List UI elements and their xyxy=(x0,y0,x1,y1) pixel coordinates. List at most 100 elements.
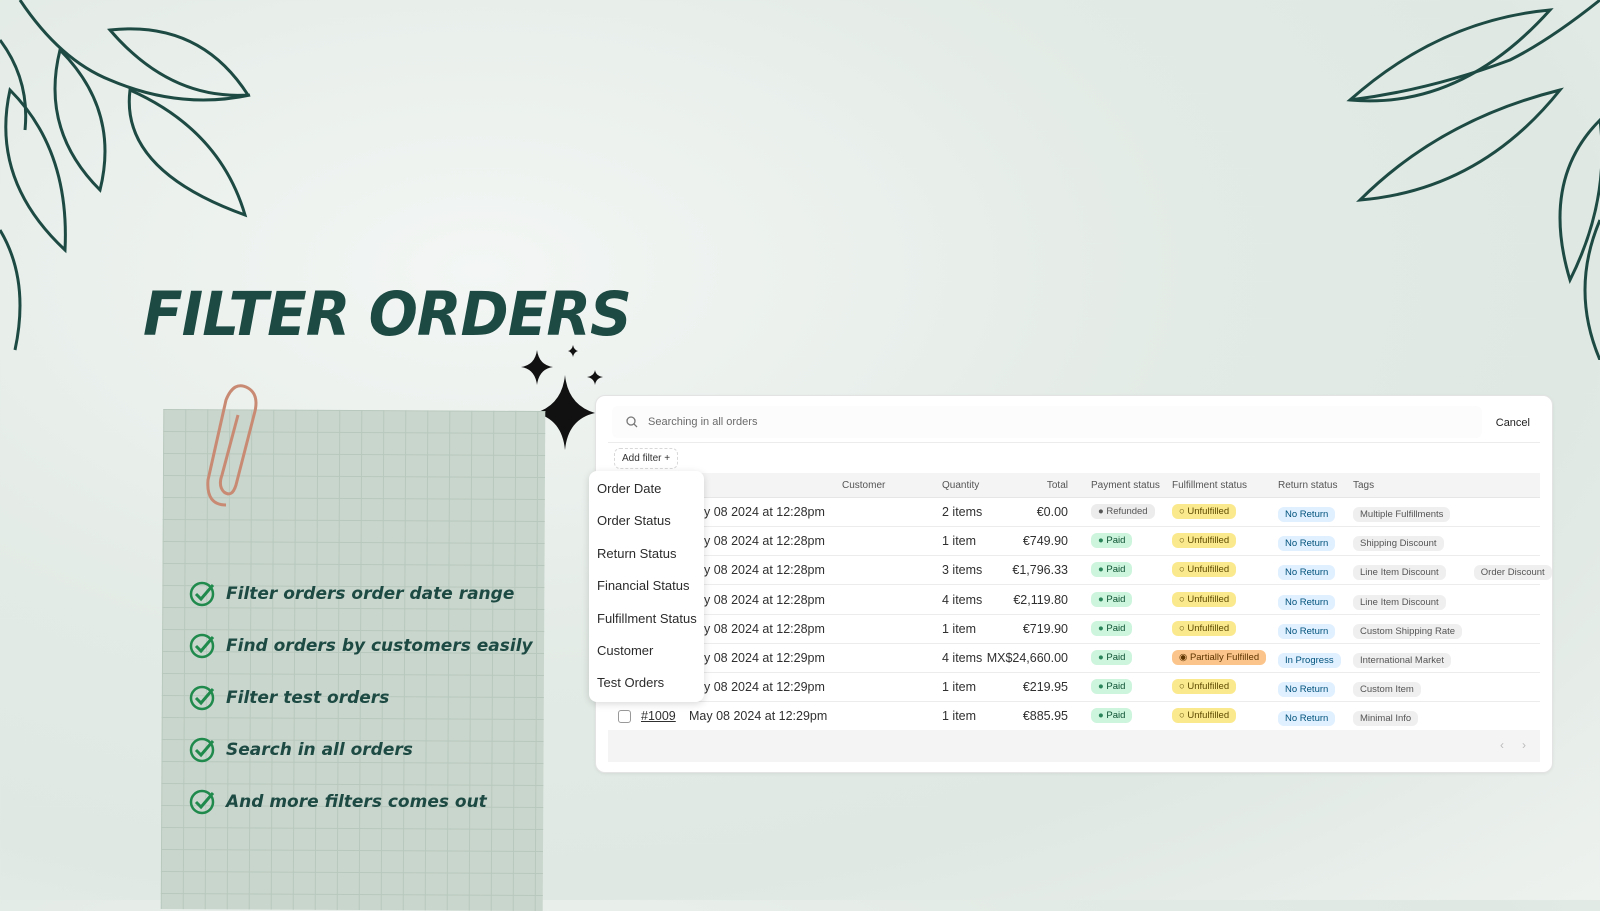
order-quantity: 1 item xyxy=(942,534,977,549)
tag-badge: Minimal Info xyxy=(1353,711,1419,727)
status-ring-icon: ○ xyxy=(1179,506,1185,517)
filter-menu-item[interactable]: Fulfillment Status xyxy=(597,611,697,626)
fulfillment-status-text: Unfulfilled xyxy=(1187,564,1230,576)
status-dot-icon: ● xyxy=(1098,622,1104,634)
col-payment[interactable]: Payment status xyxy=(1091,480,1160,491)
checklist-item: And more filters comes out xyxy=(188,788,487,816)
fulfillment-status-badge: ○ Unfulfilled xyxy=(1172,504,1237,519)
order-date: y 08 2024 at 12:28pm xyxy=(704,621,825,636)
order-date: May 08 2024 at 12:29pm xyxy=(689,709,828,724)
filter-menu-item[interactable]: Return Status xyxy=(597,546,677,561)
checklist-text: Filter orders order date range xyxy=(226,584,515,604)
order-quantity: 1 item xyxy=(942,621,977,636)
fulfillment-status-text: Unfulfilled xyxy=(1187,681,1230,693)
fulfillment-status-badge: ○ Unfulfilled xyxy=(1172,620,1237,636)
payment-status-badge: ● Paid xyxy=(1091,562,1133,578)
col-quantity[interactable]: Quantity xyxy=(942,480,979,491)
checklist-item: Search in all orders xyxy=(188,736,413,764)
col-tags[interactable]: Tags xyxy=(1353,480,1374,491)
payment-status-badge: ● Paid xyxy=(1091,650,1133,665)
return-status-badge: No Return xyxy=(1278,623,1336,639)
payment-status-text: Paid xyxy=(1106,593,1126,605)
status-dot-icon: ● xyxy=(1098,506,1104,517)
table-row[interactable]: y 08 2024 at 12:28pm 1 item €749.90 ● Paid ○… xyxy=(608,527,1540,557)
checklist-text: Filter test orders xyxy=(226,688,390,708)
fulfillment-status-text: Unfulfilled xyxy=(1187,622,1230,634)
table-row[interactable]: y 08 2024 at 12:29pm 1 item €219.95 ● Paid ○… xyxy=(608,673,1540,703)
status-ring-icon: ○ xyxy=(1179,681,1185,693)
checklist-text: Search in all orders xyxy=(226,740,413,760)
order-total: €1,796.33 xyxy=(1012,563,1068,578)
order-number-link[interactable]: #1009 xyxy=(641,709,676,723)
payment-status-badge: ● Paid xyxy=(1091,620,1133,636)
status-dot-icon: ● xyxy=(1098,710,1104,722)
payment-status-text: Paid xyxy=(1106,710,1126,722)
payment-status-text: Paid xyxy=(1106,681,1126,693)
table-row[interactable]: y 08 2024 at 12:28pm 3 items €1,796.33 ● Pa… xyxy=(608,556,1552,586)
order-quantity: 4 items xyxy=(942,592,983,607)
payment-status-badge: ● Paid xyxy=(1091,591,1133,607)
col-customer[interactable]: Customer xyxy=(842,480,885,491)
fulfillment-status-badge: ○ Unfulfilled xyxy=(1172,591,1237,607)
payment-status-badge: ● Paid xyxy=(1091,708,1133,724)
check-icon xyxy=(189,581,215,607)
order-date: y 08 2024 at 12:28pm xyxy=(704,592,825,607)
table-row[interactable]: y 08 2024 at 12:28pm 2 items €0.00 ● Refund… xyxy=(608,498,1540,527)
col-fulfillment[interactable]: Fulfillment status xyxy=(1172,480,1247,491)
filter-menu-item[interactable]: Order Status xyxy=(597,513,671,528)
payment-status-text: Paid xyxy=(1106,535,1126,547)
status-dot-icon: ● xyxy=(1098,652,1104,663)
tag-badge: Multiple Fulfillments xyxy=(1353,507,1451,522)
order-quantity: 4 items xyxy=(942,651,983,665)
checklist-item: Filter test orders xyxy=(188,684,389,712)
check-icon xyxy=(189,633,215,659)
tag-badge: Custom Shipping Rate xyxy=(1353,623,1463,639)
order-total: €885.95 xyxy=(1022,709,1068,724)
fulfillment-status-badge: ○ Unfulfilled xyxy=(1172,533,1237,549)
filter-menu-item[interactable]: Order Date xyxy=(597,481,661,496)
table-row[interactable]: #1009 May 08 2024 at 12:29pm 1 item €885.95… xyxy=(608,702,1540,732)
tag-badge: Custom Item xyxy=(1353,682,1421,698)
next-page-icon[interactable]: › xyxy=(1522,738,1526,752)
table-row[interactable]: y 08 2024 at 12:28pm 4 items €2,119.80 ● Pa… xyxy=(608,586,1540,615)
filter-menu-item[interactable]: Test Orders xyxy=(597,675,664,690)
tag-badge: Line Item Discount xyxy=(1353,594,1446,610)
page-title: FILTER ORDERS xyxy=(143,278,632,350)
row-checkbox[interactable] xyxy=(618,710,631,724)
checklist-item: Filter orders order date range xyxy=(188,580,514,608)
fulfillment-status-text: Unfulfilled xyxy=(1187,506,1230,517)
checklist-text: And more filters comes out xyxy=(226,792,487,812)
return-status-badge: No Return xyxy=(1278,594,1336,610)
return-status-badge: No Return xyxy=(1278,565,1336,581)
fulfillment-status-badge: ◉ Partially Fulfilled xyxy=(1172,650,1267,665)
order-date: y 08 2024 at 12:28pm xyxy=(704,534,825,549)
order-date: y 08 2024 at 12:28pm xyxy=(704,563,825,578)
cancel-button[interactable]: Cancel xyxy=(1496,417,1530,429)
tag-badge: International Market xyxy=(1353,653,1451,668)
prev-page-icon[interactable]: ‹ xyxy=(1500,738,1504,752)
table-header: e Customer Quantity Total Payment status… xyxy=(608,473,1540,498)
table-row[interactable]: y 08 2024 at 12:29pm 4 items MX$24,660.00 ●… xyxy=(608,644,1540,673)
payment-status-badge: ● Refunded xyxy=(1091,504,1155,519)
col-total[interactable]: Total xyxy=(1047,480,1068,491)
filter-menu-item[interactable]: Customer xyxy=(597,643,653,658)
col-return[interactable]: Return status xyxy=(1278,480,1337,491)
order-total: €2,119.80 xyxy=(1013,592,1068,607)
add-filter-button[interactable]: Add filter + xyxy=(614,448,679,469)
status-ring-icon: ○ xyxy=(1179,593,1185,605)
payment-status-text: Paid xyxy=(1106,652,1126,663)
payment-status-badge: ● Paid xyxy=(1091,533,1133,549)
order-total: €749.90 xyxy=(1022,534,1068,549)
pagination-bar: ‹ › xyxy=(608,730,1540,762)
tag-badge: Shipping Discount xyxy=(1353,536,1444,552)
fulfillment-status-badge: ○ Unfulfilled xyxy=(1172,708,1237,724)
return-status-badge: No Return xyxy=(1278,682,1336,698)
fulfillment-status-text: Unfulfilled xyxy=(1187,593,1230,605)
search-placeholder: Searching in all orders xyxy=(648,416,758,428)
orders-panel: Searching in all orders Cancel Add filte… xyxy=(595,395,1553,773)
filter-dropdown: Order Date Order Status Return Status Finan… xyxy=(589,471,704,702)
filter-menu-item[interactable]: Financial Status xyxy=(597,578,690,593)
return-status-badge: No Return xyxy=(1278,536,1336,552)
search-input[interactable]: Searching in all orders xyxy=(612,406,1482,438)
table-row[interactable]: y 08 2024 at 12:28pm 1 item €719.90 ● Paid ○… xyxy=(608,615,1540,644)
